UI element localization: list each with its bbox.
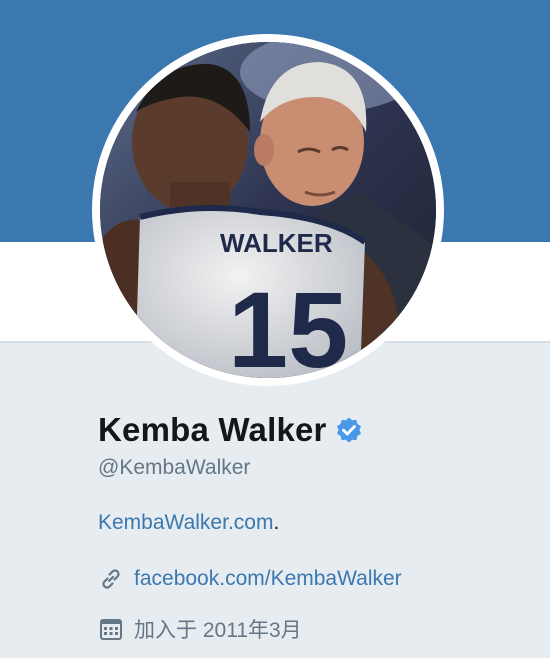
name-row: Kemba Walker: [98, 408, 363, 452]
profile-bio: KembaWalker.com.: [98, 511, 279, 535]
jersey-number: 15: [228, 269, 348, 378]
bio-link[interactable]: KembaWalker.com: [98, 511, 273, 534]
profile-name[interactable]: Kemba Walker: [98, 411, 327, 449]
profile-handle[interactable]: @KembaWalker: [98, 456, 250, 480]
bio-suffix: .: [273, 511, 280, 534]
profile-joined-date: 加入于 2011年3月: [134, 619, 302, 642]
avatar-photo: WALKER 15: [100, 42, 436, 378]
avatar[interactable]: WALKER 15: [92, 34, 444, 386]
calendar-icon: [98, 616, 124, 642]
profile-website-row: facebook.com/KembaWalker: [98, 566, 402, 592]
profile-joined-row: 加入于 2011年3月: [98, 614, 302, 644]
profile-info-area: [0, 343, 550, 658]
profile-website-link[interactable]: facebook.com/KembaWalker: [134, 567, 402, 591]
verified-badge-icon: [335, 416, 363, 444]
link-icon: [98, 566, 124, 592]
jersey-name: WALKER: [220, 228, 333, 258]
